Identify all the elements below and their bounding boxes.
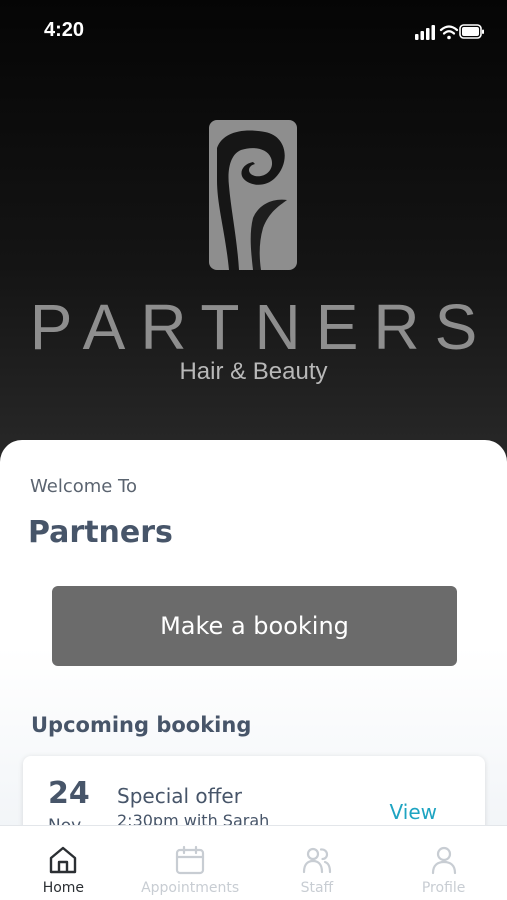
tab-profile[interactable]: Profile — [380, 826, 507, 900]
status-time: 4:20 — [44, 19, 85, 41]
tab-appointments[interactable]: Appointments — [127, 826, 254, 900]
tab-home[interactable]: Home — [0, 826, 127, 900]
brand-name: PARTNERS — [29, 291, 493, 363]
booking-day: 24 — [48, 776, 90, 811]
partners-logo-icon — [209, 120, 297, 270]
tab-staff-label: Staff — [300, 880, 334, 896]
brand-tagline: Hair & Beauty — [179, 358, 328, 385]
booking-title: Special offer — [117, 784, 242, 808]
welcome-title: Partners — [28, 515, 173, 550]
calendar-icon — [176, 845, 205, 875]
welcome-subtitle: Welcome To — [30, 476, 138, 497]
bottom-tab-bar: Home Appointments Staff Profile — [0, 825, 507, 900]
home-icon — [50, 846, 77, 874]
signal-icon — [415, 25, 435, 40]
wifi-icon — [439, 25, 459, 40]
tab-staff[interactable]: Staff — [254, 826, 381, 900]
status-icons — [415, 24, 484, 40]
tab-appointments-label: Appointments — [141, 880, 240, 896]
tab-profile-label: Profile — [421, 880, 466, 896]
battery-icon — [459, 24, 484, 39]
tab-home-label: Home — [42, 880, 85, 896]
hero-banner: 4:20 PARTNERS Hair & Beauty — [0, 0, 507, 480]
make-booking-button[interactable]: Make a booking — [52, 586, 457, 666]
status-bar: 4:20 — [0, 0, 507, 60]
staff-icon — [302, 847, 331, 874]
view-booking-link[interactable]: View — [390, 800, 437, 824]
profile-icon — [431, 846, 456, 875]
upcoming-booking-heading: Upcoming booking — [31, 713, 252, 737]
